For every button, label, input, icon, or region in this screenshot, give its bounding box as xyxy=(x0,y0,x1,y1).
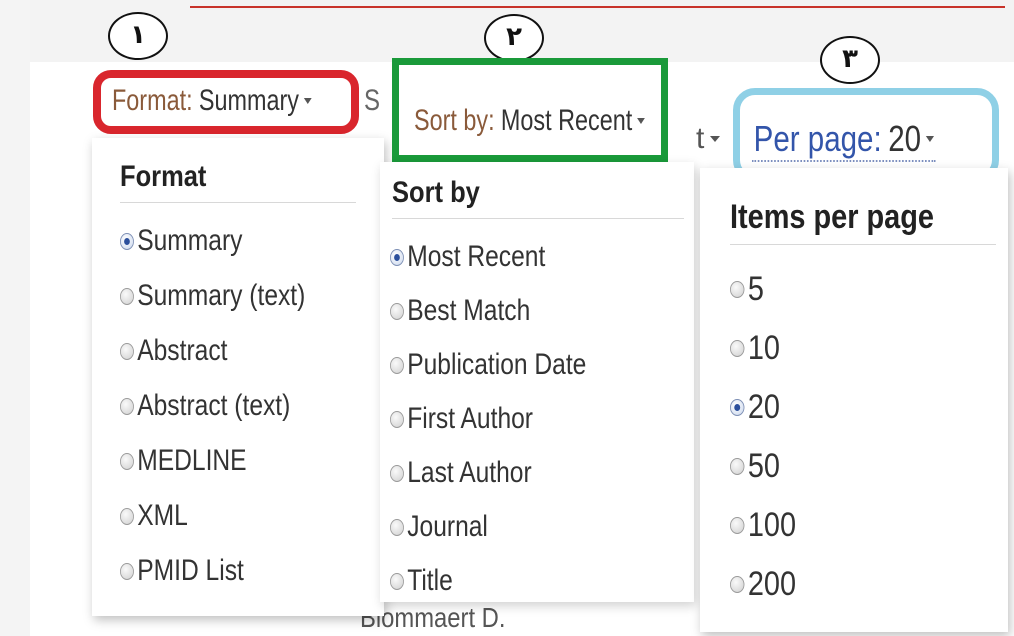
chevron-down-icon xyxy=(303,98,312,104)
chevron-down-icon xyxy=(925,136,935,142)
sort-option-label: Publication Date xyxy=(407,348,587,381)
perpage-dropdown-panel: Items per page 5 10 20 50 100 200 xyxy=(700,168,1008,632)
radio-button-icon[interactable] xyxy=(730,458,745,475)
format-option[interactable]: Abstract (text) xyxy=(120,389,290,423)
format-option[interactable]: Summary (text) xyxy=(120,279,305,313)
marker-three: ٣ xyxy=(820,36,880,84)
perpage-option[interactable]: 5 xyxy=(730,270,764,309)
perpage-trigger-value: 20 xyxy=(888,118,922,159)
format-trigger-value: Summary xyxy=(198,84,299,117)
radio-button-icon[interactable] xyxy=(390,518,404,536)
radio-button-icon[interactable] xyxy=(390,410,404,428)
format-option-label: XML xyxy=(137,499,188,532)
sort-option-label: Most Recent xyxy=(407,240,546,273)
perpage-option-label: 5 xyxy=(747,270,764,308)
chevron-down-icon xyxy=(636,118,645,124)
sort-trigger-value: Most Recent xyxy=(500,104,633,137)
format-option[interactable]: Summary xyxy=(120,224,242,258)
perpage-option-label: 200 xyxy=(747,565,797,603)
radio-button-icon[interactable] xyxy=(120,287,134,305)
perpage-option[interactable]: 10 xyxy=(730,329,780,368)
sort-panel-heading: Sort by xyxy=(392,176,480,209)
sort-option-label: First Author xyxy=(407,402,534,435)
radio-button-icon[interactable] xyxy=(120,452,134,470)
perpage-option[interactable]: 100 xyxy=(730,506,796,545)
sort-option[interactable]: Most Recent xyxy=(390,240,545,274)
partial-text-s: S xyxy=(364,84,381,117)
partial-t-label: t xyxy=(696,122,705,155)
format-option[interactable]: MEDLINE xyxy=(120,444,247,478)
format-option[interactable]: Abstract xyxy=(120,334,227,368)
format-option-label: MEDLINE xyxy=(137,444,247,477)
radio-button-icon[interactable] xyxy=(730,399,745,416)
format-option[interactable]: PMID List xyxy=(120,554,244,588)
radio-button-icon[interactable] xyxy=(390,248,404,266)
radio-button-icon[interactable] xyxy=(390,302,404,320)
sort-option[interactable]: Publication Date xyxy=(390,348,586,382)
sort-dropdown-panel: Sort by Most Recent Best Match Publication… xyxy=(380,162,694,602)
format-option-label: PMID List xyxy=(137,554,244,587)
radio-button-icon[interactable] xyxy=(730,281,745,298)
radio-button-icon[interactable] xyxy=(730,576,745,593)
perpage-option-label: 20 xyxy=(747,388,781,426)
marker-one: ١ xyxy=(108,12,168,60)
sort-option[interactable]: Best Match xyxy=(390,294,530,328)
radio-button-icon[interactable] xyxy=(730,340,745,357)
sort-panel-divider xyxy=(392,218,684,219)
sort-dropdown-trigger[interactable]: Sort by: Most Recent xyxy=(414,104,645,138)
format-dropdown-panel: Format Summary Summary (text) Abstract Abst… xyxy=(92,138,384,616)
radio-button-icon[interactable] xyxy=(120,507,134,525)
perpage-dropdown-trigger[interactable]: Per page: 20 xyxy=(752,118,936,162)
radio-button-icon[interactable] xyxy=(390,464,404,482)
partial-text-t: t xyxy=(696,122,721,156)
radio-button-icon[interactable] xyxy=(120,562,134,580)
sort-option[interactable]: Journal xyxy=(390,510,488,544)
perpage-panel-divider xyxy=(730,244,996,245)
top-red-line xyxy=(190,6,1005,8)
perpage-option-label: 100 xyxy=(747,506,797,544)
format-option[interactable]: XML xyxy=(120,499,188,533)
radio-button-icon[interactable] xyxy=(390,572,404,590)
format-option-label: Summary xyxy=(137,224,243,257)
perpage-option[interactable]: 20 xyxy=(730,388,780,427)
sort-option[interactable]: First Author xyxy=(390,402,533,436)
format-option-label: Abstract (text) xyxy=(137,389,291,422)
perpage-option-label: 10 xyxy=(747,329,781,367)
radio-button-icon[interactable] xyxy=(120,342,134,360)
sort-option-label: Journal xyxy=(407,510,488,543)
format-panel-divider xyxy=(120,202,356,203)
sort-option[interactable]: Title xyxy=(390,564,453,598)
radio-button-icon[interactable] xyxy=(120,397,134,415)
radio-button-icon[interactable] xyxy=(390,356,404,374)
perpage-panel-heading: Items per page xyxy=(730,198,934,236)
sort-option[interactable]: Last Author xyxy=(390,456,532,490)
sort-option-label: Best Match xyxy=(407,294,531,327)
left-margin-strip xyxy=(0,0,30,636)
radio-button-icon[interactable] xyxy=(730,517,745,534)
radio-button-icon[interactable] xyxy=(120,232,134,250)
format-trigger-label: Format: xyxy=(112,84,193,117)
marker-two: ٢ xyxy=(484,14,544,62)
format-dropdown-trigger[interactable]: Format: Summary xyxy=(112,84,312,118)
format-panel-heading: Format xyxy=(120,160,207,193)
chevron-down-icon xyxy=(710,136,721,142)
sort-option-label: Title xyxy=(407,564,453,597)
perpage-option-label: 50 xyxy=(747,447,781,485)
sort-option-label: Last Author xyxy=(407,456,532,489)
perpage-option[interactable]: 200 xyxy=(730,565,796,604)
sort-trigger-label: Sort by: xyxy=(414,104,495,137)
format-option-label: Abstract xyxy=(137,334,228,367)
perpage-trigger-label: Per page: xyxy=(753,118,882,159)
format-option-label: Summary (text) xyxy=(137,279,306,312)
perpage-option[interactable]: 50 xyxy=(730,447,780,486)
